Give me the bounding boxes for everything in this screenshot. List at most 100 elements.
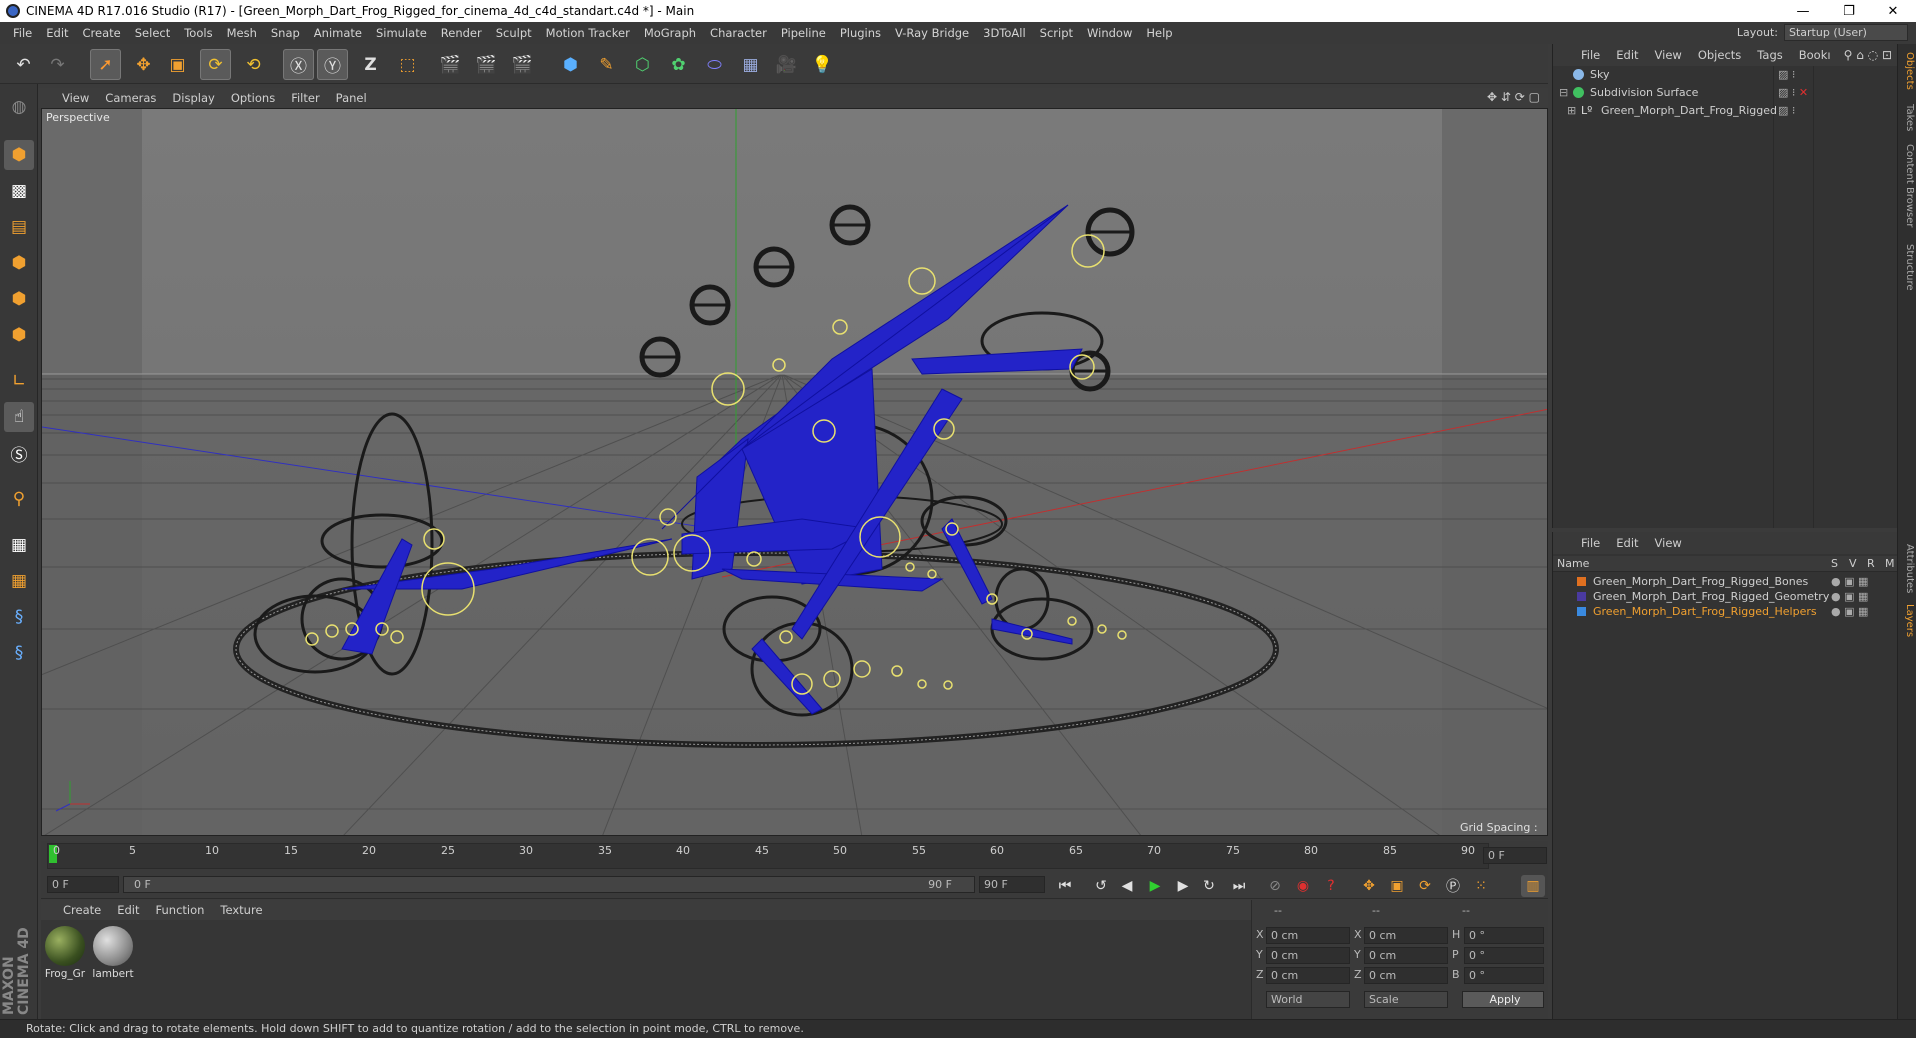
next-key-icon[interactable]: ↻ [1197,875,1221,897]
menu-sculpt[interactable]: Sculpt [489,26,539,40]
rotation-h-field[interactable]: 0 ° [1464,927,1544,944]
layer-toggle-icons[interactable]: ● ▣ ▦ [1831,604,1868,619]
layer-menu-view[interactable]: View [1647,536,1690,550]
timeline-ruler[interactable]: 0 5 10 15 20 25 30 35 40 45 50 55 60 65 … [41,841,1548,871]
key-position-icon[interactable]: ✥ [1357,875,1381,897]
menu-simulate[interactable]: Simulate [369,26,434,40]
light-icon[interactable]: 💡 [807,49,838,80]
previous-frame-icon[interactable]: ◀ [1115,875,1139,897]
enable-snap-icon[interactable]: ⚲ [4,484,34,514]
next-frame-icon[interactable]: ▶ [1171,875,1195,897]
motion-path-icon[interactable]: ⊘ [1263,875,1287,897]
viewport-navigation-icons[interactable]: ✥ ⇵ ⟳ ▢ [1487,90,1540,104]
layer-menu-file[interactable]: File [1573,536,1608,550]
z-axis-icon[interactable]: Z [355,49,386,80]
layer-menu-edit[interactable]: Edit [1608,536,1646,550]
object-menu-bookmarks[interactable]: Bookı [1791,48,1839,62]
tab-layers[interactable]: Layers [1900,604,1915,637]
floor-environment-icon[interactable]: ▦ [735,49,766,80]
menu-vray-bridge[interactable]: V-Ray Bridge [888,26,976,40]
tab-attributes[interactable]: Attributes [1900,544,1915,593]
menu-file[interactable]: File [6,26,39,40]
key-scale-icon[interactable]: ▣ [1385,875,1409,897]
scale-icon[interactable]: ▣ [162,49,193,80]
minimize-icon[interactable]: — [1780,0,1826,22]
layer-row[interactable]: Green_Morph_Dart_Frog_Rigged_Bones ● ▣ ▦ [1553,574,1898,589]
viewport-menu-view[interactable]: View [54,91,97,105]
viewport-menu-panel[interactable]: Panel [328,91,375,105]
menu-character[interactable]: Character [703,26,774,40]
menu-window[interactable]: Window [1080,26,1139,40]
visibility-toggle-icon[interactable]: ▨ ⁝ [1778,102,1795,119]
live-selection-icon[interactable]: ➚ [90,49,121,80]
planar-workplane-icon[interactable]: ▦ [4,566,34,596]
snap-icon[interactable]: Ⓢ [4,438,34,468]
start-frame-field[interactable]: 0 F [47,876,119,893]
undo-icon[interactable]: ↶ [8,49,39,80]
layer-color-swatch[interactable] [1577,577,1586,586]
rotate-icon[interactable]: ⟳ [200,49,231,80]
menu-plugins[interactable]: Plugins [833,26,888,40]
expand-icon[interactable]: ⊟ [1559,84,1568,101]
cube-primitive-icon[interactable]: ⬢ [555,49,586,80]
make-editable-icon[interactable]: ◍ [4,92,34,122]
go-to-end-icon[interactable]: ⏭ [1227,875,1251,897]
render-settings-icon[interactable]: 🎬 [507,49,538,80]
viewport-menu-filter[interactable]: Filter [283,91,327,105]
redo-icon[interactable]: ↷ [42,49,73,80]
material-swatch[interactable]: Frog_Gr [43,926,87,980]
material-menu-function[interactable]: Function [148,903,213,917]
render-view-icon[interactable]: 🎬 [435,49,466,80]
perspective-viewport[interactable]: Perspective Grid Spacing : 10 cm [41,108,1548,836]
layout-dropdown[interactable]: Startup (User) [1784,24,1908,41]
y-axis-icon[interactable]: Ⓨ [317,49,348,80]
close-icon[interactable]: ✕ [1870,0,1916,22]
menu-script[interactable]: Script [1033,26,1080,40]
locked-workplane-icon[interactable]: ▦ [4,530,34,560]
spline-pen-icon[interactable]: ✎ [591,49,622,80]
mograph-cloner-icon[interactable]: ✿ [663,49,694,80]
menu-select[interactable]: Select [128,26,177,40]
viewport-menu-display[interactable]: Display [164,91,222,105]
menu-motion-tracker[interactable]: Motion Tracker [539,26,637,40]
axis-mode-icon[interactable]: ∟ [4,366,34,396]
menu-mograph[interactable]: MoGraph [637,26,703,40]
render-picture-viewer-icon[interactable]: 🎬 [471,49,502,80]
current-frame-field[interactable]: 0 F [1483,847,1547,864]
material-menu-texture[interactable]: Texture [212,903,270,917]
size-mode-dropdown[interactable]: Scale [1364,991,1448,1008]
timeline-layout-icon[interactable]: ▥ [1521,875,1545,897]
tab-objects[interactable]: Objects [1900,52,1915,90]
position-x-field[interactable]: 0 cm [1266,927,1350,944]
viewport-menu-cameras[interactable]: Cameras [97,91,164,105]
x-axis-icon[interactable]: Ⓧ [283,49,314,80]
object-row-subdivision-surface[interactable]: ⊟ Subdivision Surface ▨ ⁝ ✕ [1553,84,1898,101]
tab-content-browser[interactable]: Content Browser [1900,144,1915,227]
object-menu-objects[interactable]: Objects [1690,48,1749,62]
material-swatch[interactable]: lambert [91,926,135,980]
menu-create[interactable]: Create [76,26,128,40]
size-z-field[interactable]: 0 cm [1364,967,1448,984]
layer-row[interactable]: Green_Morph_Dart_Frog_Rigged_Geometry ● … [1553,589,1898,604]
polygons-mode-icon[interactable]: ⬢ [4,320,34,350]
layer-row-active[interactable]: Green_Morph_Dart_Frog_Rigged_Helpers ● ▣… [1553,604,1898,619]
object-row-frog-rigged[interactable]: ⊞ Lº Green_Morph_Dart_Frog_Rigged ▨ ⁝ [1553,102,1898,119]
coordinate-system-icon[interactable]: ⬚ [392,49,423,80]
menu-edit[interactable]: Edit [39,26,75,40]
layer-toggle-icons[interactable]: ● ▣ ▦ [1831,589,1868,604]
size-y-field[interactable]: 0 cm [1364,947,1448,964]
edges-mode-icon[interactable]: ⬢ [4,284,34,314]
texture-mode-icon[interactable]: ▩ [4,176,34,206]
menu-3dtoall[interactable]: 3DToAll [976,26,1033,40]
expand-icon[interactable]: ⊞ [1567,102,1576,119]
tweak-mode-icon[interactable]: ☝ [4,402,34,432]
subdivision-surface-icon[interactable]: ⬡ [627,49,658,80]
python-script-2-icon[interactable]: § [4,638,34,668]
key-parameter-icon[interactable]: Ⓟ [1441,875,1465,897]
apply-button[interactable]: Apply [1462,991,1544,1008]
coordinate-mode-dropdown[interactable]: World [1266,991,1350,1008]
object-menu-file[interactable]: File [1573,48,1608,62]
tab-takes[interactable]: Takes [1900,104,1915,131]
end-frame-field[interactable]: 90 F [979,876,1045,893]
camera-icon[interactable]: 🎥 [771,49,802,80]
